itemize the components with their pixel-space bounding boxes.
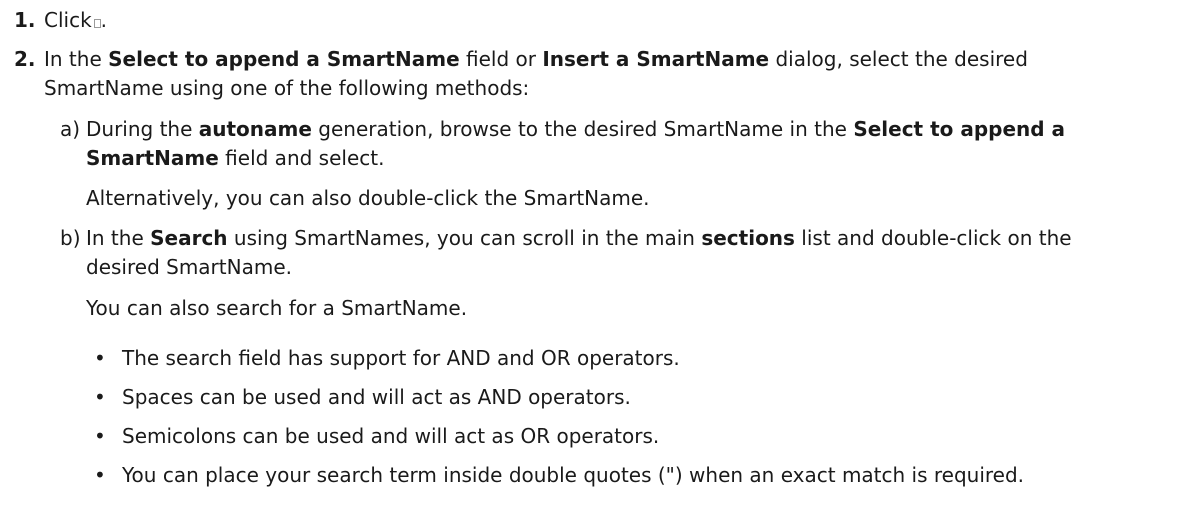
text: In the [44, 47, 109, 71]
text: field or [459, 47, 543, 71]
step-1-prefix: Click [44, 8, 92, 32]
substep-a-line-2: SmartName field and select. [86, 144, 384, 172]
bullet-marker: • [94, 385, 106, 409]
field-name: SmartName [86, 146, 219, 170]
step-number: 1. [14, 8, 36, 32]
dialog-name: Insert a SmartName [542, 47, 770, 71]
text: In the [86, 226, 151, 250]
term: autoname [198, 117, 312, 141]
term: sections [701, 226, 795, 250]
text: generation, browse to the desired SmartN… [311, 117, 854, 141]
substep-a-line-1: During the autoname generation, browse t… [86, 115, 1065, 143]
text: using SmartNames, you can scroll in the … [227, 226, 702, 250]
bullet-marker: • [94, 424, 106, 448]
text: dialog, select the desired [769, 47, 1028, 71]
text: field and select. [218, 146, 385, 170]
step-2-line-1: In the Select to append a SmartName fiel… [44, 45, 1028, 73]
text: list and double-click on the [794, 226, 1072, 250]
bullet-marker: • [94, 346, 106, 370]
bullet-item: Semicolons can be used and will act as O… [122, 424, 660, 448]
step-1-text: Click. [44, 6, 107, 34]
substep-letter: b) [60, 226, 81, 250]
substep-b-line-2: desired SmartName. [86, 255, 292, 279]
bullet-item: The search field has support for AND and… [122, 346, 680, 370]
substep-b-line-1: In the Search using SmartNames, you can … [86, 224, 1072, 252]
field-name: Select to append a [853, 117, 1066, 141]
smartname-insert-icon[interactable] [93, 19, 101, 28]
substep-b-note: You can also search for a SmartName. [86, 296, 468, 320]
substep-a-note: Alternatively, you can also double-click… [86, 186, 650, 210]
text: During the [86, 117, 199, 141]
term: Search [150, 226, 228, 250]
step-2-line-2: SmartName using one of the following met… [44, 76, 530, 100]
bullet-item: Spaces can be used and will act as AND o… [122, 385, 631, 409]
substep-letter: a) [60, 117, 81, 141]
field-name: Select to append a SmartName [108, 47, 460, 71]
bullet-marker: • [94, 463, 106, 487]
bullet-item: You can place your search term inside do… [122, 463, 1025, 487]
step-number: 2. [14, 47, 36, 71]
step-1-suffix: . [100, 8, 108, 32]
